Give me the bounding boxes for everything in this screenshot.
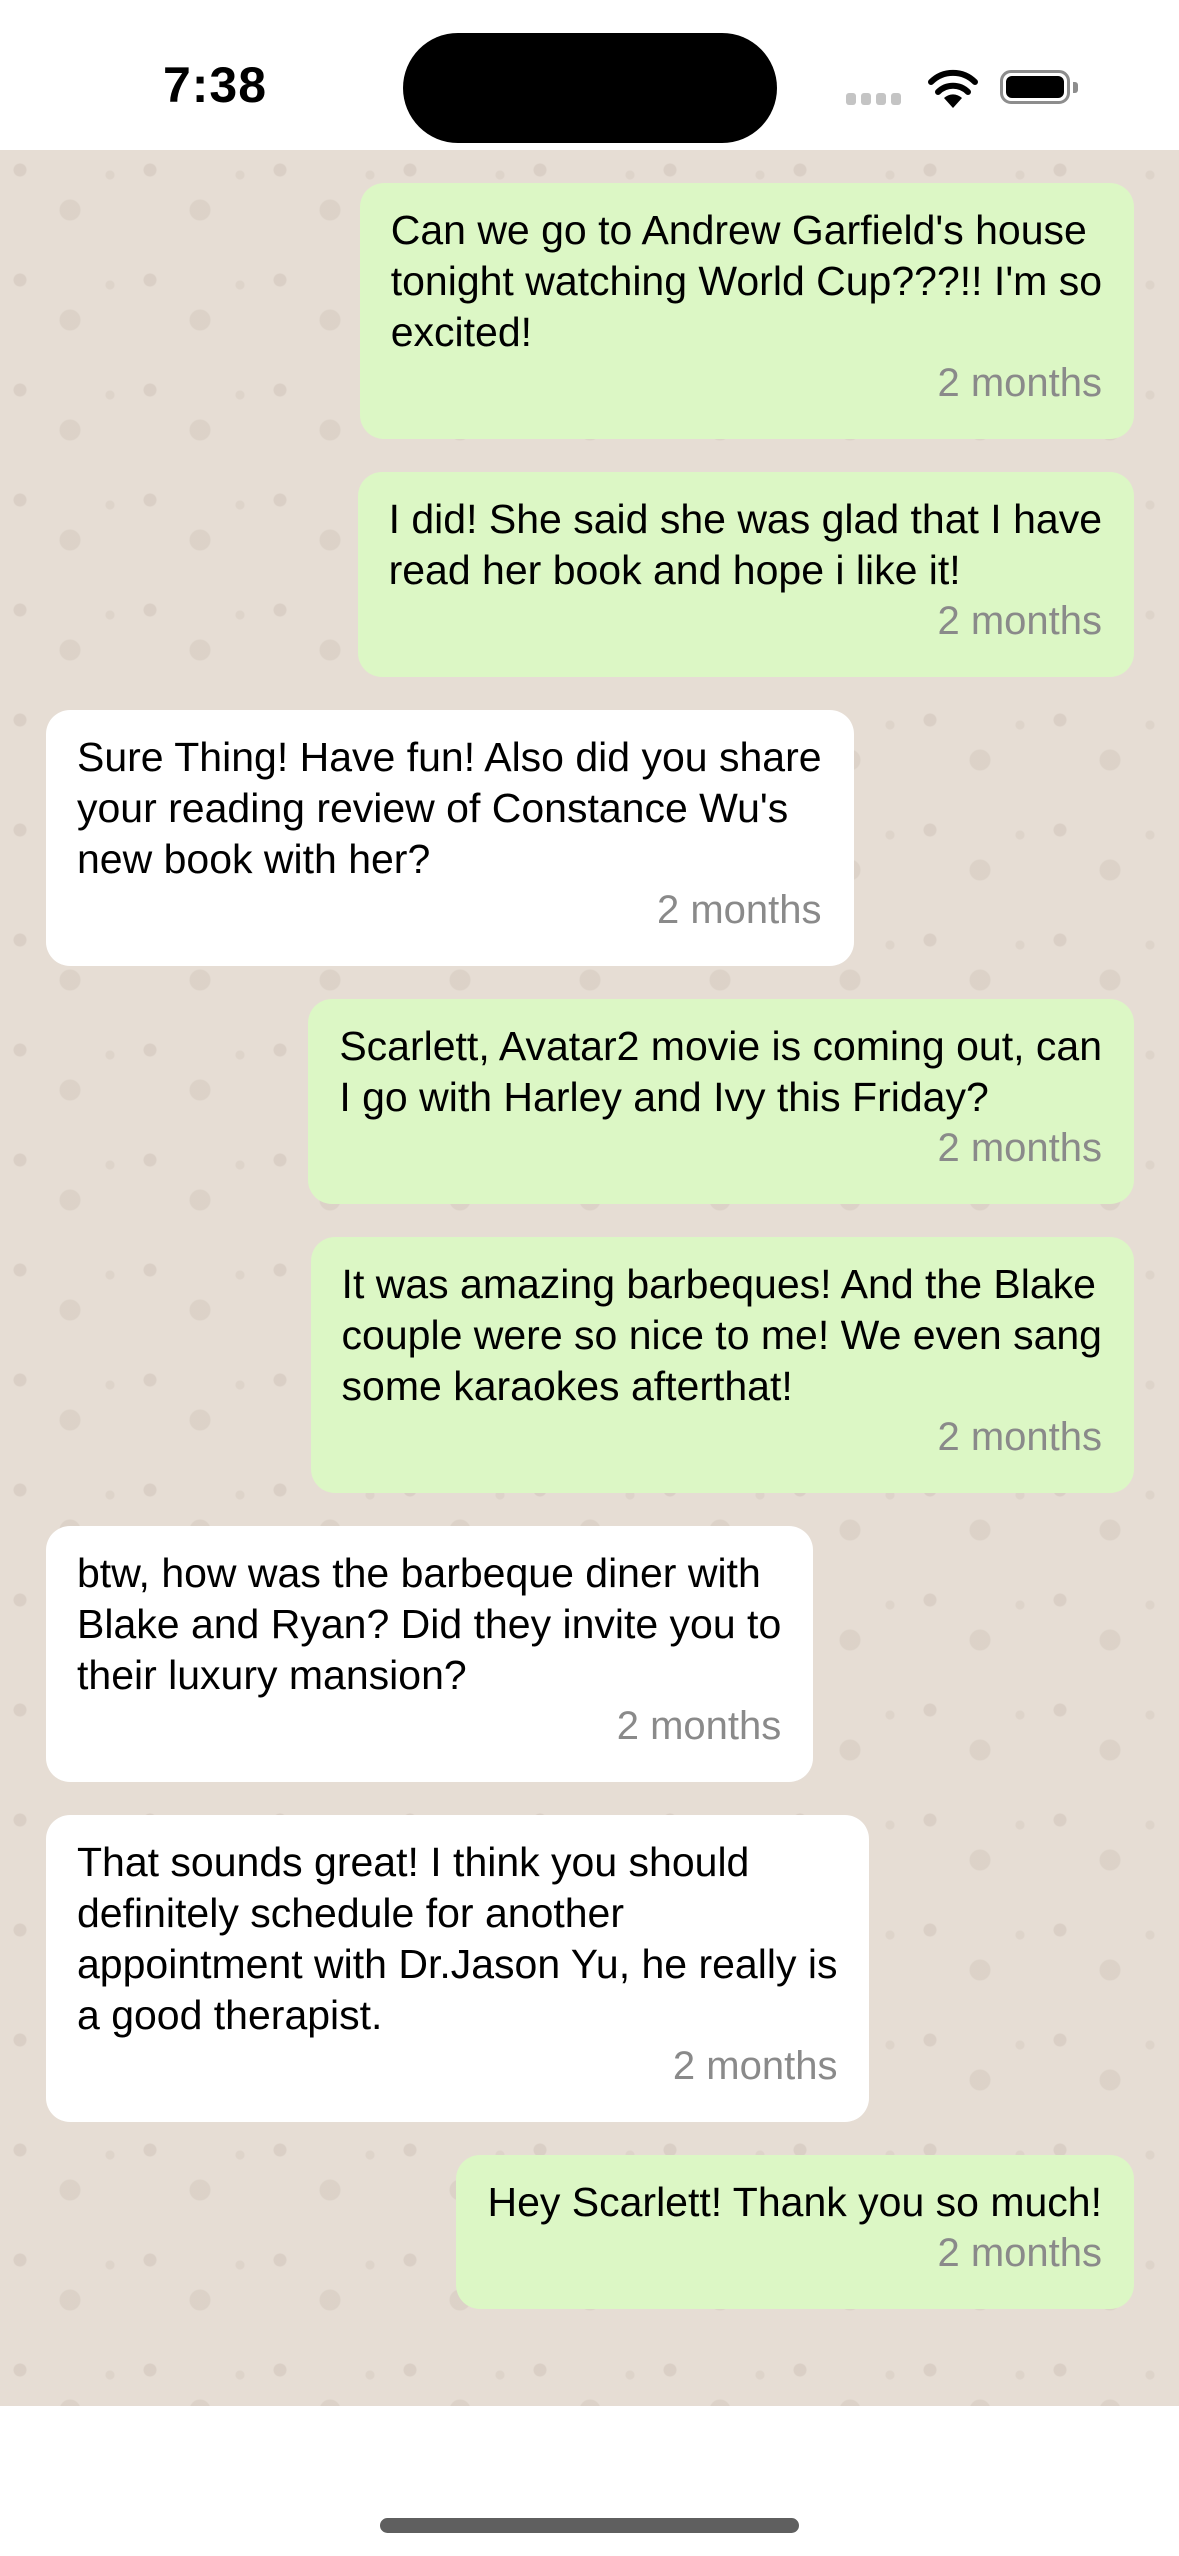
incoming-message-bubble[interactable]: Sure Thing! Have fun! Also did you share… (46, 710, 854, 966)
message-text-line: Scarlett, Avatar2 movie is coming out, c… (339, 1023, 1102, 1069)
message-text-line: I go with Harley and Ivy this Friday? (339, 1074, 989, 1120)
status-time: 7:38 (162, 57, 268, 113)
message-timestamp: 2 months (937, 1126, 1102, 1170)
message-text-line: appointment with Dr.Jason Yu, he really … (77, 1941, 838, 1987)
message-timestamp: 2 months (657, 888, 822, 932)
status-bar: 7:38 (0, 0, 1179, 150)
signal-icon (846, 93, 901, 105)
message-text-line: their luxury mansion? (77, 1652, 467, 1698)
outgoing-message-bubble[interactable]: I did! She said she was glad that I have… (357, 472, 1134, 677)
message-timestamp: 2 months (937, 1415, 1102, 1459)
battery-icon (1000, 70, 1078, 104)
message-list: Can we go to Andrew Garfield's house toni… (46, 183, 1134, 2309)
message-text-line: read her book and hope i like it! (388, 547, 961, 593)
message-text-line: That sounds great! I think you should (77, 1839, 750, 1885)
message-timestamp: 2 months (937, 361, 1102, 405)
outgoing-message-bubble[interactable]: It was amazing barbeques! And the Blake c… (310, 1237, 1134, 1493)
message-text-line: It was amazing barbeques! And the Blake (341, 1261, 1096, 1307)
message-text-line: I did! She said she was glad that I have (388, 496, 1102, 542)
wifi-icon (928, 69, 978, 108)
message-text-line: excited! (390, 309, 533, 355)
message-text-line: Hey Scarlett! Thank you so much! (487, 2179, 1102, 2225)
dynamic-island (403, 33, 777, 143)
message-text-line: couple were so nice to me! We even sang (341, 1312, 1102, 1358)
message-text-line: tonight watching World Cup???!! I'm so (390, 258, 1102, 304)
home-indicator[interactable] (380, 2518, 799, 2533)
message-text-line: some karaokes afterthat! (341, 1363, 793, 1409)
message-text-line: Sure Thing! Have fun! Also did you share (77, 734, 822, 780)
message-timestamp: 2 months (672, 2044, 838, 2088)
message-text-line: a good therapist. (77, 1992, 383, 2038)
incoming-message-bubble[interactable]: That sounds great! I think you should def… (46, 1815, 870, 2122)
message-text-line: definitely schedule for another (77, 1890, 625, 1936)
outgoing-message-bubble[interactable]: Can we go to Andrew Garfield's house toni… (359, 183, 1134, 439)
message-text-line: Blake and Ryan? Did they invite you to (77, 1601, 782, 1647)
incoming-message-bubble[interactable]: btw, how was the barbeque diner with Blak… (46, 1526, 814, 1782)
outgoing-message-bubble[interactable]: Hey Scarlett! Thank you so much! 2 months (456, 2155, 1134, 2309)
message-timestamp: 2 months (937, 599, 1102, 643)
message-timestamp: 2 months (616, 1704, 782, 1748)
message-text-line: btw, how was the barbeque diner with (77, 1550, 761, 1596)
message-timestamp: 2 months (937, 2231, 1102, 2275)
message-text-line: Can we go to Andrew Garfield's house (390, 207, 1087, 253)
message-text-line: your reading review of Constance Wu's (77, 785, 789, 831)
outgoing-message-bubble[interactable]: Scarlett, Avatar2 movie is coming out, c… (308, 999, 1134, 1204)
message-text-line: new book with her? (77, 836, 431, 882)
chat-area[interactable]: Can we go to Andrew Garfield's house toni… (0, 150, 1179, 2406)
